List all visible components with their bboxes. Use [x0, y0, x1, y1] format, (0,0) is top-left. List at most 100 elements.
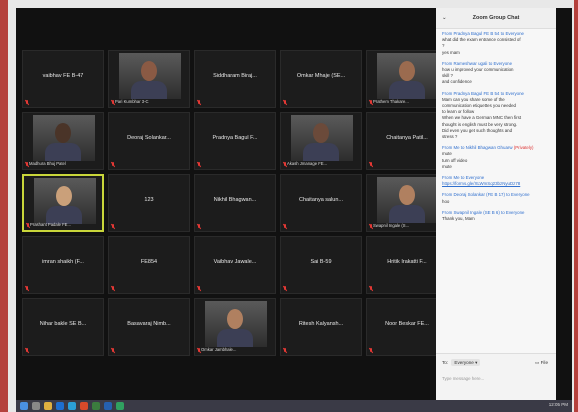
muted-mic-icon: [197, 100, 201, 105]
private-label: (Privately): [512, 145, 534, 151]
participant-tile[interactable]: Nihar bakle SE B...: [22, 298, 104, 356]
muted-mic-icon: [25, 162, 29, 167]
chevron-down-icon[interactable]: ⌄: [442, 8, 447, 28]
participant-video: [377, 177, 439, 223]
participant-name: Nihar bakle SE B...: [39, 321, 87, 327]
participant-name: imran shaikh (F...: [42, 259, 84, 265]
participant-gallery: vaibhav FE B-47 Pari Kumbhar 3-C Siddharam…: [22, 50, 450, 400]
participant-name: Chaitanya Patil...: [386, 135, 428, 141]
participant-tile[interactable]: Prashant Padale FE...: [22, 174, 104, 232]
participant-tile[interactable]: 123: [108, 174, 190, 232]
chat-message: From Deoraj Solankar (FE B 17) to Everyo…: [442, 192, 550, 204]
muted-mic-icon: [111, 348, 115, 353]
chat-text: yes mam: [442, 49, 460, 55]
chat-text: hoo: [442, 198, 450, 204]
participant-face: [56, 186, 72, 206]
participant-face: [141, 61, 157, 81]
chat-message: From Swapnil Ingale (SE B 6) to Everyone…: [442, 210, 550, 222]
chat-panel: ⌄ Zoom Group Chat From Pradnya Bagul FE …: [436, 8, 556, 400]
muted-mic-icon: [25, 348, 29, 353]
muted-mic-icon: [197, 224, 201, 229]
participant-tile[interactable]: Sai B-59: [280, 236, 362, 294]
folder-icon[interactable]: [44, 402, 52, 410]
participant-tile[interactable]: Akash Jmanage FE...: [280, 112, 362, 170]
muted-mic-icon: [283, 100, 287, 105]
participant-tile[interactable]: Ritesh Kalyansh...: [280, 298, 362, 356]
chat-message-input[interactable]: Type message here...: [442, 376, 548, 388]
muted-mic-icon: [283, 348, 287, 353]
participant-tile[interactable]: Omkar Mhaje (SE...: [280, 50, 362, 108]
participant-face: [55, 123, 71, 143]
zoom-icon[interactable]: [68, 402, 76, 410]
participant-video: [119, 53, 181, 99]
muted-mic-icon: [25, 286, 29, 291]
participant-tile[interactable]: Nikhil Bhagwan...: [194, 174, 276, 232]
participant-tile[interactable]: imran shaikh (F...: [22, 236, 104, 294]
recipient-row: To: Everyone ▾: [442, 359, 481, 366]
participant-tile[interactable]: Omkar Jambhale...: [194, 298, 276, 356]
muted-mic-icon: [111, 162, 115, 167]
participant-name: Pari Kumbhar 3-C: [115, 99, 149, 104]
participant-name: Pradnya Bagul F...: [212, 135, 258, 141]
participant-tile[interactable]: Chaitanya salun...: [280, 174, 362, 232]
chat-text: Thank you, Mam: [442, 216, 475, 222]
muted-mic-icon: [111, 286, 115, 291]
chrome-icon[interactable]: [80, 402, 88, 410]
muted-mic-icon: [25, 100, 29, 105]
muted-mic-icon: [111, 224, 115, 229]
chat-message-list[interactable]: From Pradnya Bagul FE B 54 to Everyone wh…: [436, 29, 556, 229]
participant-tile[interactable]: Pari Kumbhar 3-C: [108, 50, 190, 108]
participant-body: [131, 81, 167, 99]
participant-body: [45, 143, 81, 161]
participant-video: [33, 115, 95, 161]
file-label: File: [540, 360, 548, 365]
search-icon[interactable]: [32, 402, 40, 410]
participant-name: Siddharam Biraj...: [213, 73, 257, 79]
participant-tile[interactable]: Madhura Bhuj Patel: [22, 112, 104, 170]
muted-mic-icon: [369, 286, 373, 291]
meeting-top-bar: [16, 8, 452, 30]
participant-name: Ritesh Kalyansh...: [298, 321, 344, 327]
chat-title: Zoom Group Chat: [472, 15, 520, 21]
participant-name: Madhura Bhuj Patel: [29, 161, 66, 166]
excel-icon[interactable]: [92, 402, 100, 410]
participant-tile[interactable]: Siddharam Biraj...: [194, 50, 276, 108]
participant-tile[interactable]: vaibhav FE B-47: [22, 50, 104, 108]
chat-header: ⌄ Zoom Group Chat: [436, 8, 556, 29]
participant-face: [399, 61, 415, 81]
muted-mic-icon: [369, 100, 373, 105]
muted-mic-icon: [369, 162, 373, 167]
participant-tile[interactable]: Deoraj Solankar...: [108, 112, 190, 170]
participant-name: Hritik Irakatti F...: [387, 259, 427, 265]
participant-body: [389, 205, 425, 223]
recipient-select[interactable]: Everyone ▾: [451, 359, 481, 366]
participant-name: Chaitanya salun...: [298, 197, 344, 203]
app-icon[interactable]: [116, 402, 124, 410]
participant-face: [313, 123, 329, 143]
muted-mic-icon: [26, 223, 30, 228]
participant-body: [389, 81, 425, 99]
participant-body: [217, 329, 253, 347]
chat-text: mute: [442, 163, 452, 169]
participant-body: [303, 143, 339, 161]
muted-mic-icon: [197, 162, 201, 167]
word-icon[interactable]: [104, 402, 112, 410]
participant-name: Basavaraj Nimb...: [127, 321, 171, 327]
participant-tile[interactable]: Basavaraj Nimb...: [108, 298, 190, 356]
taskbar: 12:05 PM: [16, 400, 572, 412]
file-button[interactable]: ▭ File: [535, 360, 548, 366]
participant-name: Omkar Mhaje (SE...: [296, 73, 346, 79]
muted-mic-icon: [283, 286, 287, 291]
muted-mic-icon: [197, 348, 201, 353]
chat-text: and confidence: [442, 79, 472, 85]
chat-message: From Pradnya Bagul FE B 54 to Everyone Ma…: [442, 91, 550, 141]
participant-tile[interactable]: FE854: [108, 236, 190, 294]
start-icon[interactable]: [20, 402, 28, 410]
edge-icon[interactable]: [56, 402, 64, 410]
muted-mic-icon: [197, 286, 201, 291]
chat-text: stress ?: [442, 134, 458, 140]
participant-name: Sai B-59: [310, 259, 332, 265]
chat-link[interactable]: https://forms.gle/XLWmSq23bzNyuDz78: [442, 181, 550, 187]
participant-tile[interactable]: Pradnya Bagul F...: [194, 112, 276, 170]
participant-tile[interactable]: Vaibhav Jawale...: [194, 236, 276, 294]
